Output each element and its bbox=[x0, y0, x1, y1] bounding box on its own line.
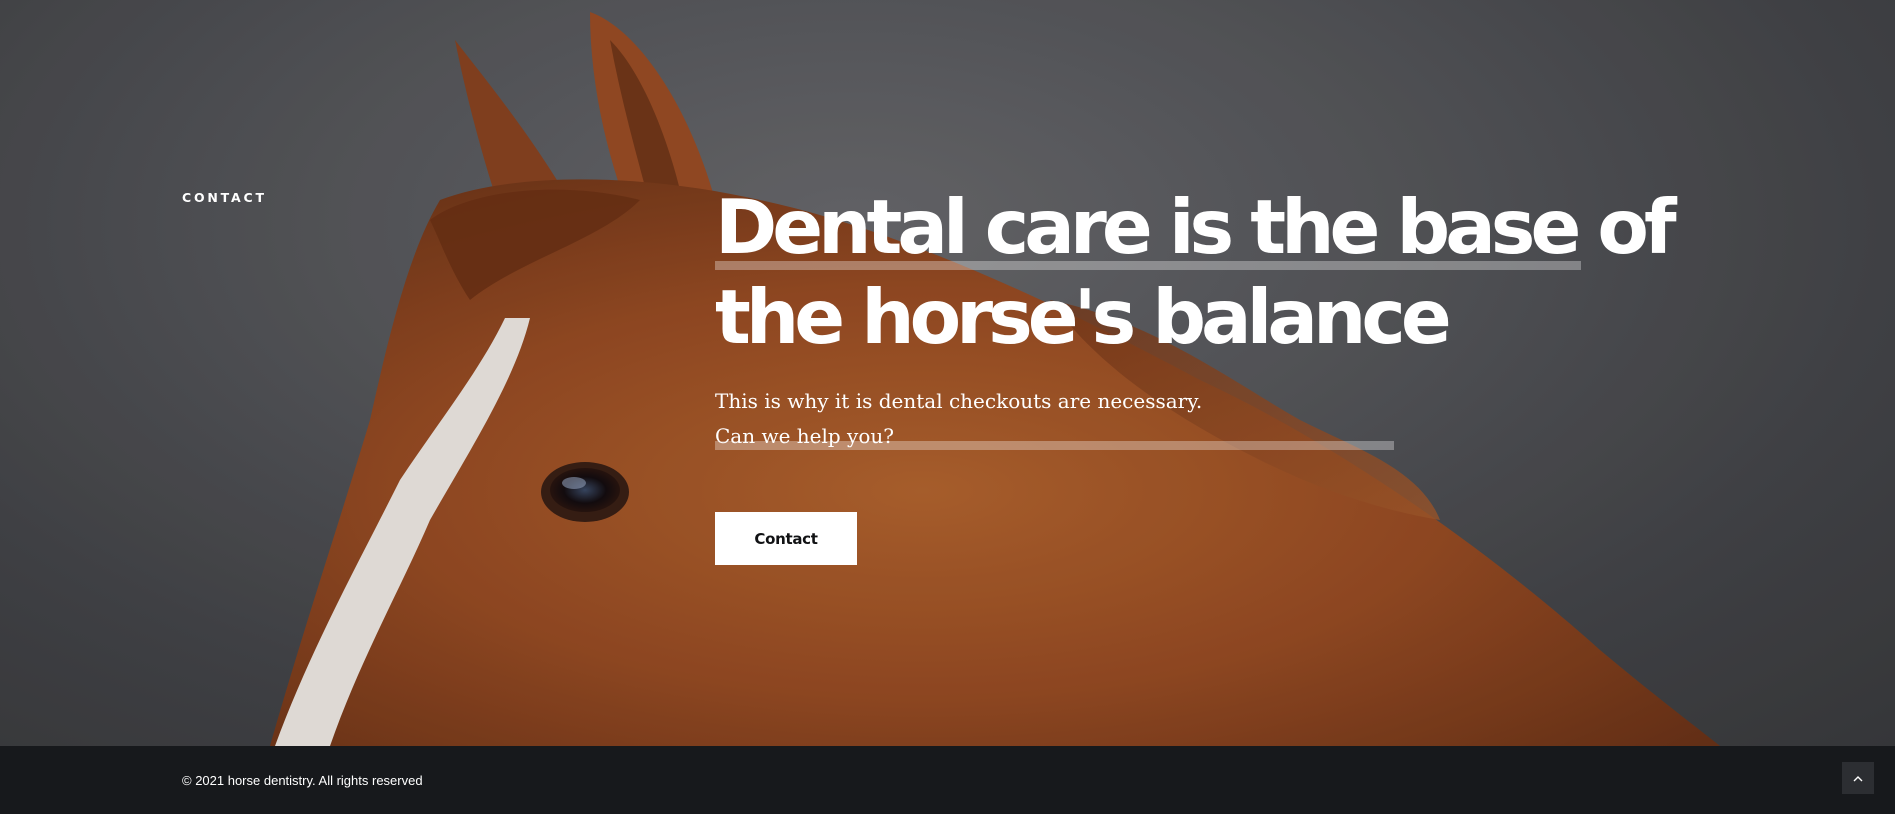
hero-section: CONTACT Dental care is the base of the h… bbox=[0, 0, 1895, 746]
contact-button[interactable]: Contact bbox=[715, 512, 857, 565]
subtext-line-1: This is why it is dental checkouts are n… bbox=[715, 389, 1203, 413]
hero-overlay bbox=[0, 0, 1895, 746]
chevron-up-icon bbox=[1853, 776, 1863, 782]
headline-line-2: the horse's balance bbox=[715, 272, 1615, 450]
back-to-top-button[interactable] bbox=[1842, 762, 1874, 794]
hero-headline: Dental care is the base of the horse's b… bbox=[715, 182, 1677, 450]
side-section-label: CONTACT bbox=[182, 190, 267, 205]
copyright-text: © 2021 horse dentistry. All rights reser… bbox=[182, 773, 423, 788]
headline-underline-2 bbox=[715, 441, 1394, 450]
footer: © 2021 horse dentistry. All rights reser… bbox=[0, 746, 1895, 814]
headline-line-1: Dental care is the base of bbox=[715, 183, 1677, 271]
